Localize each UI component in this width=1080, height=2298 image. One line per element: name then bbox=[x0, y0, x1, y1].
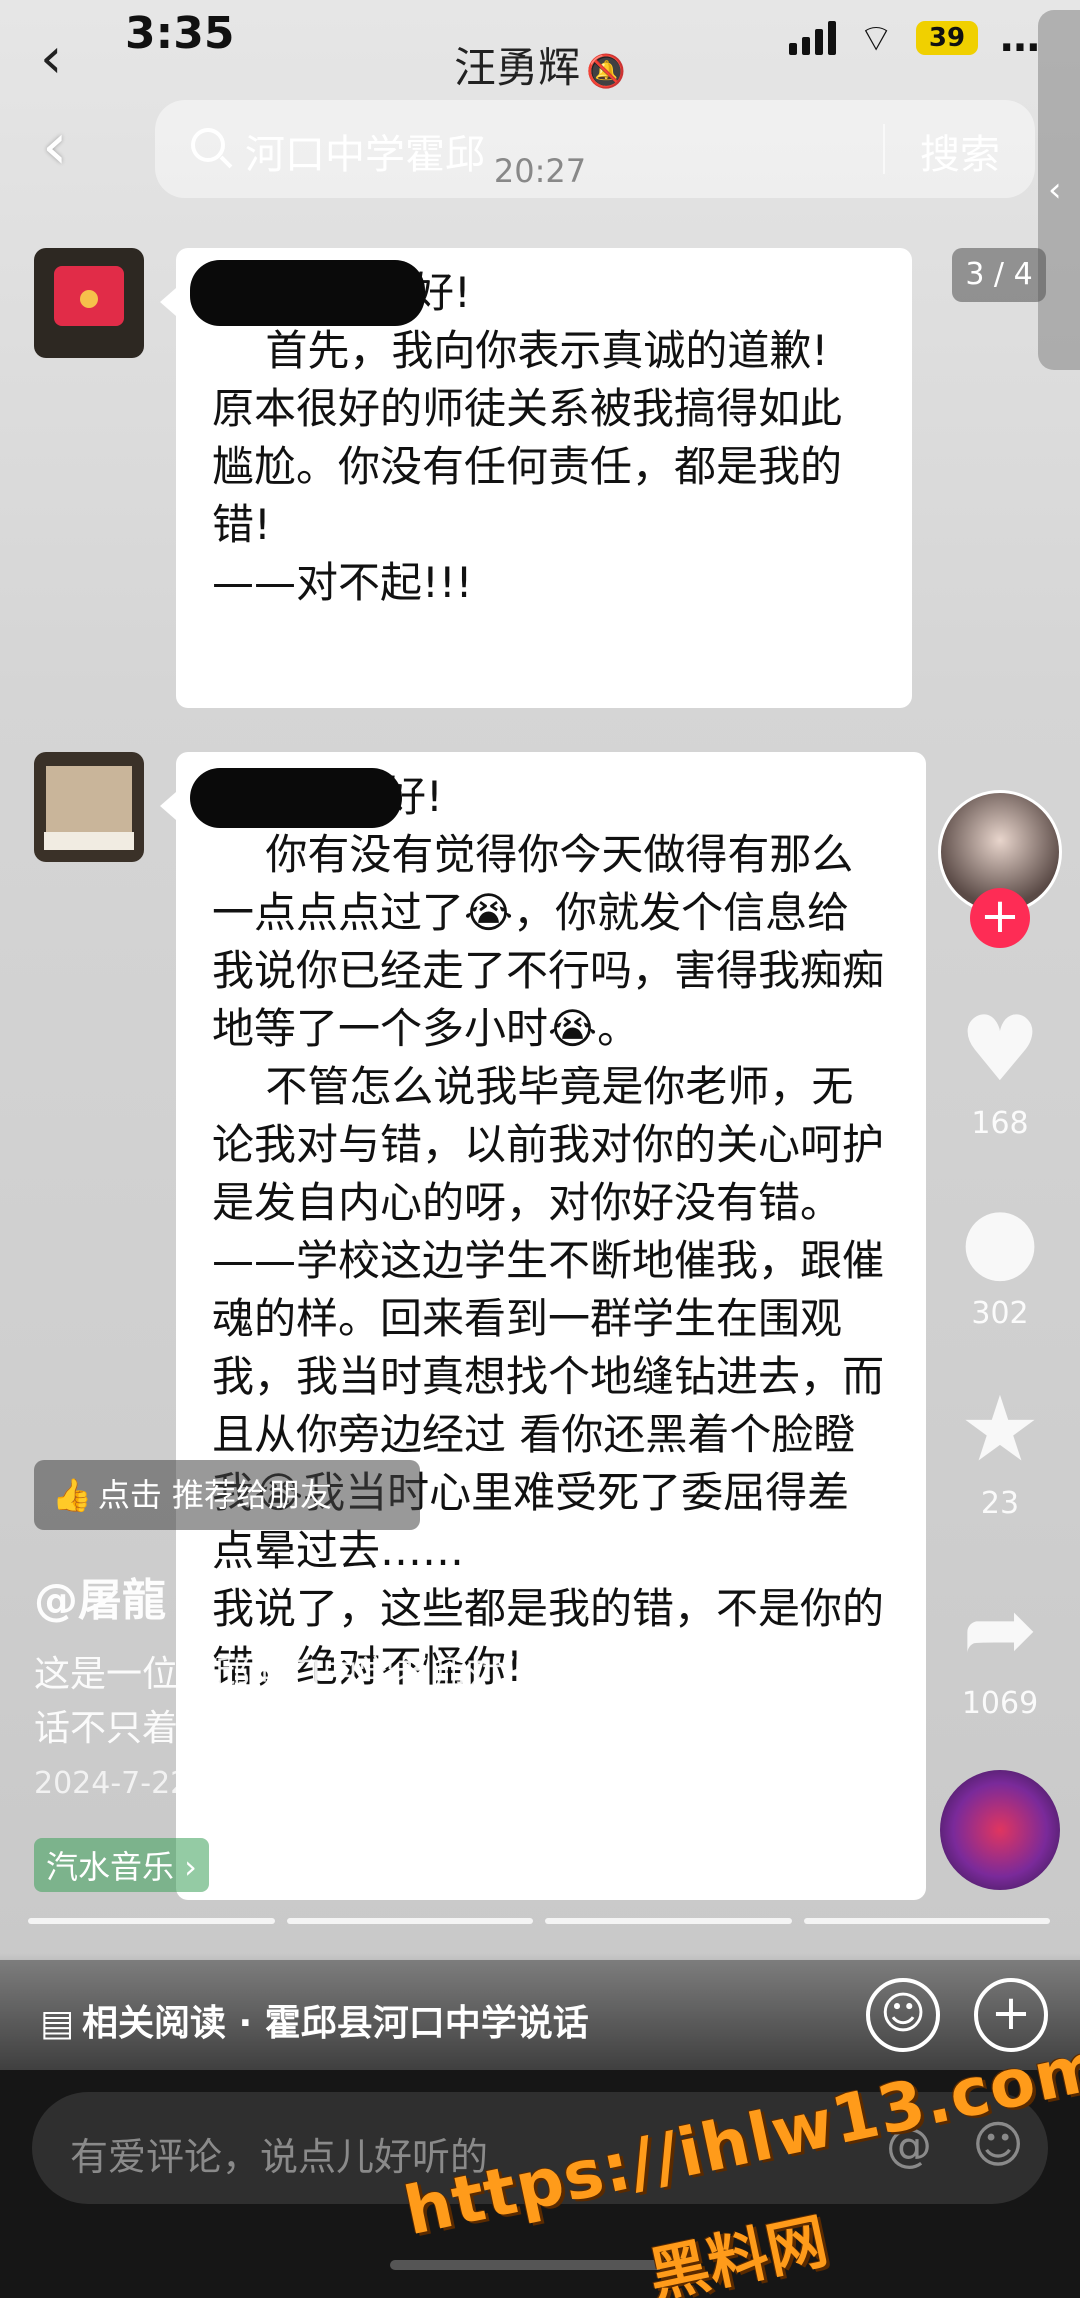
comment-count: 302 bbox=[971, 1296, 1029, 1331]
expand-link[interactable]: 展开 bbox=[541, 1708, 613, 1749]
recommend-to-friend-button[interactable]: 👍 点击 推荐给朋友 bbox=[34, 1460, 420, 1530]
progress-segment bbox=[286, 1918, 533, 1924]
music-disc[interactable] bbox=[940, 1770, 1060, 1890]
related-reading[interactable]: ▤ 相关阅读 · 霍邱县河口中学说话 bbox=[40, 1994, 589, 2046]
progress-segment bbox=[28, 1918, 275, 1924]
redaction-mark bbox=[190, 260, 425, 326]
like-button[interactable]: ♥ 168 bbox=[930, 997, 1070, 1142]
emoji-button[interactable]: ☺ bbox=[866, 1978, 940, 2052]
follow-plus-icon[interactable]: + bbox=[970, 888, 1030, 948]
progress-segment bbox=[545, 1918, 792, 1924]
creator-avatar[interactable]: + bbox=[930, 790, 1070, 948]
sender-avatar[interactable] bbox=[34, 752, 144, 862]
avatar-image-book bbox=[44, 832, 134, 850]
comment-button[interactable]: ● 302 bbox=[930, 1187, 1070, 1332]
favorite-button[interactable]: ★ 23 bbox=[930, 1377, 1070, 1522]
message-bubble: 好! 首先，我向你表示真诚的道歉! 原本很好的师徒关系被我搞得如此尴尬。你没有任… bbox=[160, 248, 912, 708]
document-icon: ▤ bbox=[40, 2003, 75, 2044]
related-reading-text: 相关阅读 · 霍邱县河口中学说话 bbox=[82, 2003, 589, 2044]
mute-bell-icon: 🔕 bbox=[586, 52, 626, 90]
chat-header: ‹ 汪勇辉 🔕 bbox=[0, 20, 1080, 100]
image-progress bbox=[28, 1918, 1050, 1924]
music-source-tag[interactable]: 汽水音乐 › bbox=[34, 1838, 209, 1892]
description-text: 这是一位霍邱河口中学老师对他的一位学生说的话不只着么说#老师表白自己... bbox=[34, 1654, 791, 1749]
star-icon: ★ bbox=[959, 1377, 1041, 1482]
video-description: 这是一位霍邱河口中学老师对他的一位学生说的话不只着么说#老师表白自己... 展开 bbox=[34, 1648, 814, 1756]
music-title: IIA - Sleeptalking - fmf bbox=[238, 1846, 596, 1884]
like-count: 168 bbox=[971, 1106, 1029, 1141]
chat-title-text: 汪勇辉 bbox=[454, 43, 581, 92]
author-name[interactable]: @屠龍 bbox=[34, 1564, 166, 1628]
chat-title: 汪勇辉 🔕 bbox=[0, 34, 1080, 95]
favorite-count: 23 bbox=[980, 1486, 1020, 1521]
recommend-label: 点击 推荐给朋友 bbox=[97, 1476, 333, 1514]
message-text: 首先，我向你表示真诚的道歉! 原本很好的师徒关系被我搞得如此尴尬。你没有任何责任… bbox=[212, 326, 843, 607]
music-row[interactable]: 汽水音乐 › IIA - Sleeptalking - fmf bbox=[34, 1838, 595, 1892]
heart-icon: ♥ bbox=[959, 997, 1041, 1102]
share-count: 1069 bbox=[961, 1686, 1039, 1721]
thumbs-up-icon: 👍 bbox=[52, 1476, 92, 1514]
related-reading-bar[interactable]: ▤ 相关阅读 · 霍邱县河口中学说话 ☺ + bbox=[0, 1960, 1080, 2070]
sender-avatar[interactable] bbox=[34, 248, 144, 358]
post-date: 2024-7-22 bbox=[34, 1766, 190, 1801]
message-text: 你有没有觉得你今天做得有那么一点点点过了😭，你就发个信息给我说你已经走了不行吗，… bbox=[212, 830, 885, 1691]
share-arrow-icon: ➦ bbox=[962, 1577, 1038, 1682]
share-button[interactable]: ➦ 1069 bbox=[930, 1577, 1070, 1722]
avatar-image bbox=[46, 766, 132, 836]
page-indicator: 3 / 4 bbox=[952, 248, 1046, 302]
progress-segment bbox=[803, 1918, 1050, 1924]
comment-bubble-icon: ● bbox=[960, 1187, 1040, 1292]
chat-timestamp: 20:27 bbox=[493, 152, 587, 190]
red-envelope-icon bbox=[54, 266, 124, 326]
redaction-mark bbox=[190, 768, 402, 828]
home-indicator bbox=[390, 2260, 690, 2270]
